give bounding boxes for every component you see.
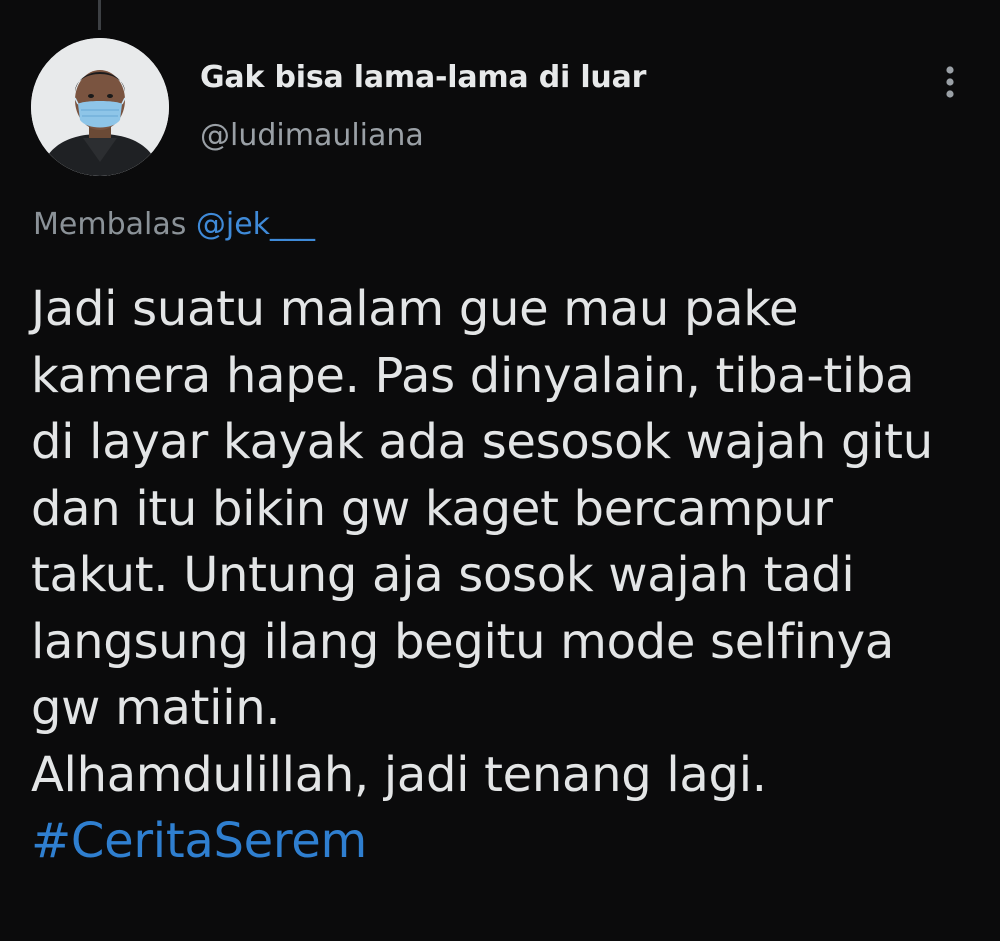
tweet-text-line: di layar kayak ada sesosok wajah gitu — [31, 414, 933, 470]
tweet-text-line: Jadi suatu malam gue mau pake — [31, 281, 799, 337]
tweet-text: Jadi suatu malam gue mau pake kamera hap… — [31, 276, 986, 875]
tweet-text-line: takut. Untung aja sosok wajah tadi — [31, 547, 855, 603]
reply-mention-link[interactable]: @jek___ — [196, 207, 315, 242]
tweet-text-line: gw matiin. — [31, 680, 281, 736]
avatar-image — [31, 38, 169, 176]
vertical-ellipsis-icon — [946, 66, 954, 98]
user-handle[interactable]: @ludimauliana — [200, 118, 424, 153]
tweet-text-line: kamera hape. Pas dinyalain, tiba-tiba — [31, 347, 915, 404]
reply-context: Membalas @jek___ — [33, 207, 315, 242]
thread-connector-line — [98, 0, 101, 30]
tweet-text-line: dan itu bikin gw kaget bercampur — [31, 480, 833, 537]
tweet-text-line: langsung ilang begitu mode selfinya — [31, 613, 894, 670]
reply-prefix: Membalas — [33, 207, 187, 242]
hashtag-link[interactable]: #CeritaSerem — [31, 808, 986, 875]
more-options-button[interactable] — [926, 58, 974, 106]
avatar[interactable] — [31, 38, 169, 176]
display-name[interactable]: Gak bisa lama-lama di luar — [200, 60, 646, 95]
tweet-text-line: Alhamdulillah, jadi tenang lagi. — [31, 746, 767, 803]
